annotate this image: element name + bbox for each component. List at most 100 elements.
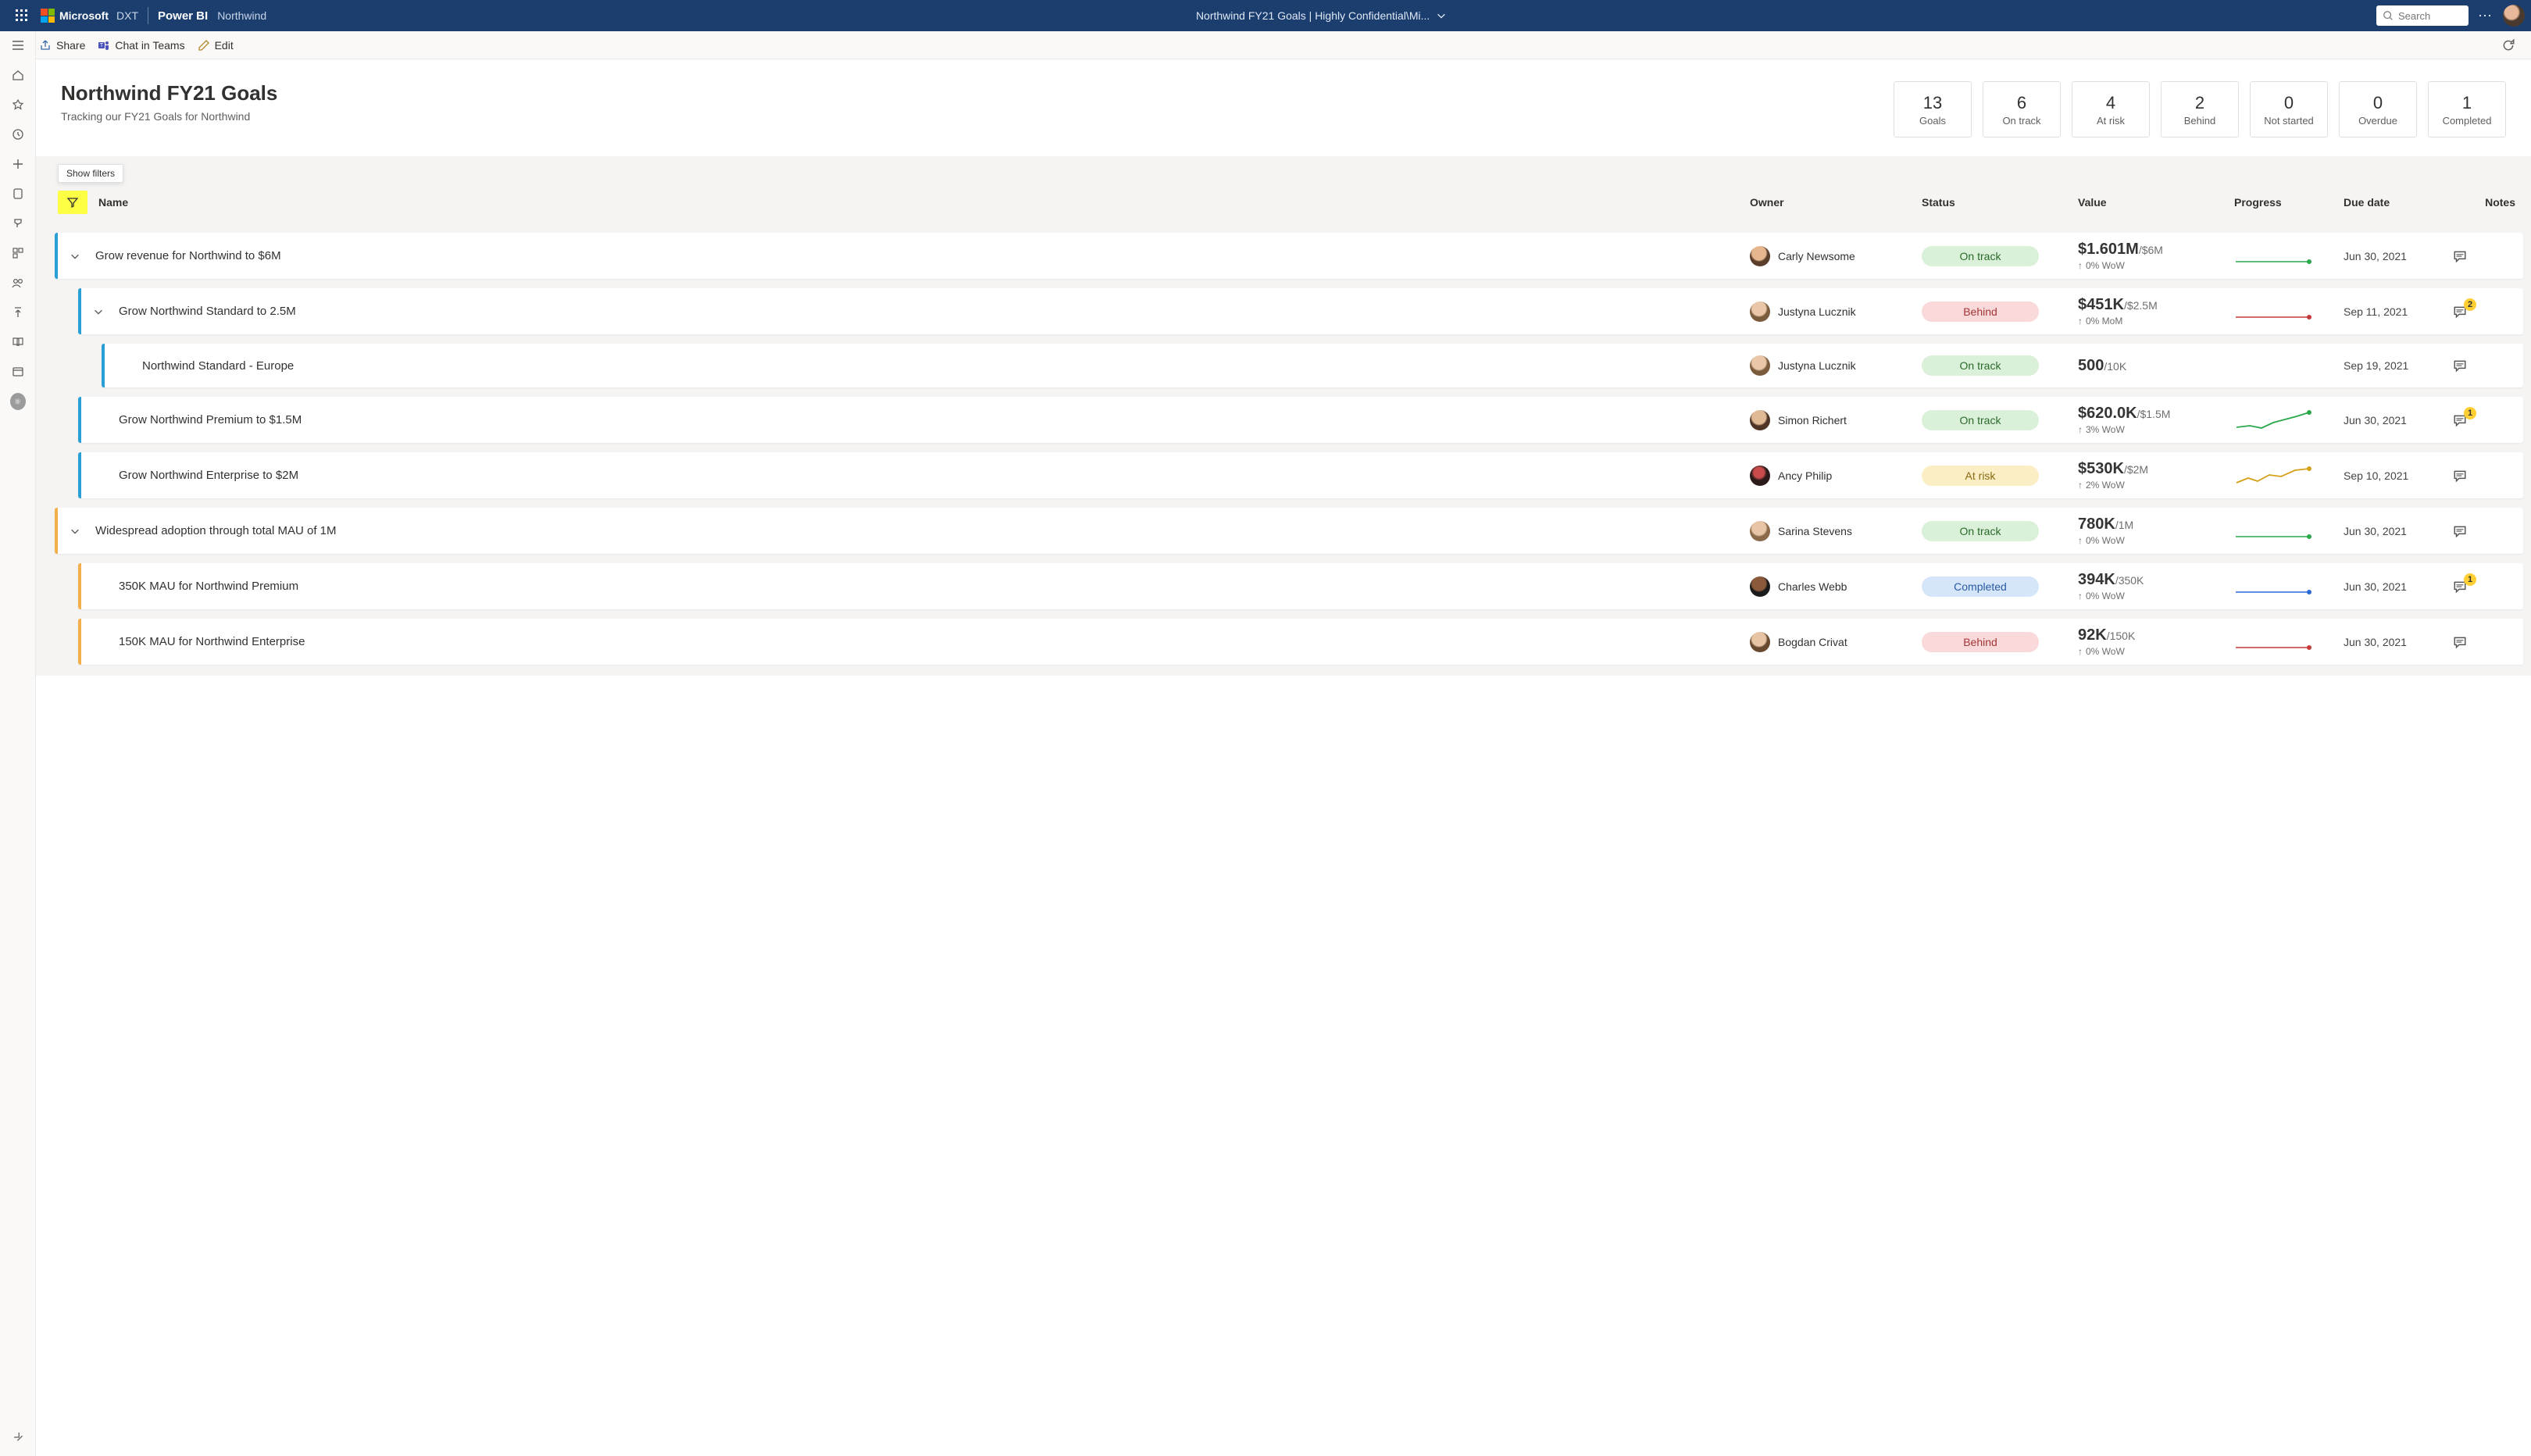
value-main: $451K/$2.5M bbox=[2078, 296, 2234, 314]
more-options-icon[interactable]: ⋯ bbox=[2478, 8, 2494, 24]
goal-row[interactable]: 350K MAU for Northwind Premium Charles W… bbox=[78, 563, 2523, 609]
goal-row[interactable]: Grow Northwind Premium to $1.5M Simon Ri… bbox=[78, 397, 2523, 443]
notes-button[interactable]: 1 bbox=[2453, 413, 2515, 427]
chevron-down-icon[interactable] bbox=[70, 526, 80, 537]
status-cell: Completed bbox=[1922, 576, 2078, 597]
goal-row[interactable]: 150K MAU for Northwind Enterprise Bogdan… bbox=[78, 619, 2523, 665]
status-pill: On track bbox=[1922, 355, 2039, 376]
workspace-avatar-icon[interactable]: ⚛ bbox=[10, 394, 26, 409]
kpi-label: Overdue bbox=[2358, 115, 2397, 127]
value-main: 394K/350K bbox=[2078, 571, 2234, 589]
goals-icon[interactable] bbox=[10, 216, 26, 231]
expand-toggle[interactable] bbox=[55, 526, 95, 537]
due-date: Sep 10, 2021 bbox=[2344, 469, 2453, 482]
user-avatar[interactable] bbox=[2503, 5, 2525, 27]
search-field[interactable] bbox=[2398, 10, 2462, 22]
notes-button[interactable] bbox=[2453, 635, 2515, 649]
owner-avatar bbox=[1750, 246, 1770, 266]
kpi-card[interactable]: 0Overdue bbox=[2339, 81, 2417, 137]
value-main: 92K/150K bbox=[2078, 626, 2234, 644]
shared-icon[interactable] bbox=[10, 275, 26, 291]
share-icon bbox=[39, 39, 52, 52]
col-due[interactable]: Due date bbox=[2344, 196, 2453, 209]
chat-label: Chat in Teams bbox=[115, 39, 184, 52]
col-progress[interactable]: Progress bbox=[2234, 196, 2344, 209]
kpi-card[interactable]: 0Not started bbox=[2250, 81, 2328, 137]
refresh-button[interactable] bbox=[2501, 38, 2515, 52]
notes-button[interactable] bbox=[2453, 249, 2515, 263]
workspaces-icon[interactable] bbox=[10, 364, 26, 380]
svg-text:T: T bbox=[100, 43, 104, 48]
share-button[interactable]: Share bbox=[39, 39, 85, 52]
progress-sparkline bbox=[2234, 299, 2344, 324]
learn-icon[interactable] bbox=[10, 334, 26, 350]
edit-button[interactable]: Edit bbox=[198, 39, 234, 52]
deployment-icon[interactable] bbox=[10, 305, 26, 320]
owner-cell[interactable]: Charles Webb bbox=[1750, 576, 1922, 597]
expand-rail-icon[interactable] bbox=[10, 1429, 26, 1445]
hamburger-icon[interactable] bbox=[10, 37, 26, 53]
status-cell: At risk bbox=[1922, 466, 2078, 486]
notes-button[interactable]: 2 bbox=[2453, 305, 2515, 319]
goal-row[interactable]: Northwind Standard - Europe Justyna Lucz… bbox=[102, 344, 2523, 387]
expand-toggle[interactable] bbox=[78, 306, 119, 317]
owner-avatar bbox=[1750, 466, 1770, 486]
datasets-icon[interactable] bbox=[10, 186, 26, 202]
col-notes[interactable]: Notes bbox=[2453, 196, 2515, 209]
chevron-down-icon[interactable] bbox=[70, 251, 80, 262]
value-delta: ↑0% WoW bbox=[2078, 591, 2234, 601]
col-value[interactable]: Value bbox=[2078, 196, 2234, 209]
kpi-number: 4 bbox=[2106, 93, 2115, 113]
share-label: Share bbox=[56, 39, 85, 52]
expand-toggle[interactable] bbox=[55, 251, 95, 262]
owner-cell[interactable]: Simon Richert bbox=[1750, 410, 1922, 430]
workspace-crumb[interactable]: Northwind bbox=[217, 9, 266, 22]
goal-row[interactable]: Grow Northwind Standard to 2.5M Justyna … bbox=[78, 288, 2523, 334]
owner-cell[interactable]: Carly Newsome bbox=[1750, 246, 1922, 266]
chevron-down-icon[interactable] bbox=[93, 306, 104, 317]
create-icon[interactable] bbox=[10, 156, 26, 172]
kpi-number: 2 bbox=[2195, 93, 2204, 113]
kpi-card[interactable]: 4At risk bbox=[2072, 81, 2150, 137]
notes-button[interactable] bbox=[2453, 469, 2515, 483]
goal-row[interactable]: Widespread adoption through total MAU of… bbox=[55, 508, 2523, 554]
home-icon[interactable] bbox=[10, 67, 26, 83]
notes-button[interactable]: 1 bbox=[2453, 580, 2515, 594]
owner-cell[interactable]: Bogdan Crivat bbox=[1750, 632, 1922, 652]
favorites-icon[interactable] bbox=[10, 97, 26, 112]
product-label[interactable]: Power BI bbox=[158, 9, 208, 23]
filter-button[interactable] bbox=[58, 191, 87, 214]
status-cell: On track bbox=[1922, 410, 2078, 430]
owner-cell[interactable]: Justyna Lucznik bbox=[1750, 302, 1922, 322]
goal-name: Grow Northwind Premium to $1.5M bbox=[119, 413, 1750, 426]
recent-icon[interactable] bbox=[10, 127, 26, 142]
refresh-icon bbox=[2501, 38, 2515, 52]
kpi-card[interactable]: 6On track bbox=[1983, 81, 2061, 137]
search-input[interactable] bbox=[2376, 5, 2469, 26]
status-pill: On track bbox=[1922, 246, 2039, 266]
kpi-card[interactable]: 1Completed bbox=[2428, 81, 2506, 137]
kpi-card[interactable]: 2Behind bbox=[2161, 81, 2239, 137]
page-subtitle: Tracking our FY21 Goals for Northwind bbox=[61, 110, 1875, 123]
progress-sparkline bbox=[2234, 519, 2344, 544]
value-cell: 394K/350K ↑0% WoW bbox=[2078, 571, 2234, 601]
title-dropdown[interactable]: Northwind FY21 Goals | Highly Confidenti… bbox=[266, 9, 2376, 22]
notes-button[interactable] bbox=[2453, 359, 2515, 373]
goal-row[interactable]: Grow revenue for Northwind to $6M Carly … bbox=[55, 233, 2523, 279]
goal-row[interactable]: Grow Northwind Enterprise to $2M Ancy Ph… bbox=[78, 452, 2523, 498]
col-status[interactable]: Status bbox=[1922, 196, 2078, 209]
search-icon bbox=[2383, 10, 2394, 21]
status-cell: On track bbox=[1922, 521, 2078, 541]
app-launcher-icon[interactable] bbox=[6, 0, 37, 31]
chat-in-teams-button[interactable]: T Chat in Teams bbox=[98, 39, 184, 52]
notes-button[interactable] bbox=[2453, 524, 2515, 538]
owner-cell[interactable]: Sarina Stevens bbox=[1750, 521, 1922, 541]
apps-icon[interactable] bbox=[10, 245, 26, 261]
owner-cell[interactable]: Justyna Lucznik bbox=[1750, 355, 1922, 376]
owner-cell[interactable]: Ancy Philip bbox=[1750, 466, 1922, 486]
col-owner[interactable]: Owner bbox=[1750, 196, 1922, 209]
center-title: Northwind FY21 Goals | Highly Confidenti… bbox=[1196, 9, 1430, 22]
col-name[interactable]: Name bbox=[98, 196, 1750, 209]
kpi-card[interactable]: 13Goals bbox=[1894, 81, 1972, 137]
due-date: Jun 30, 2021 bbox=[2344, 525, 2453, 537]
